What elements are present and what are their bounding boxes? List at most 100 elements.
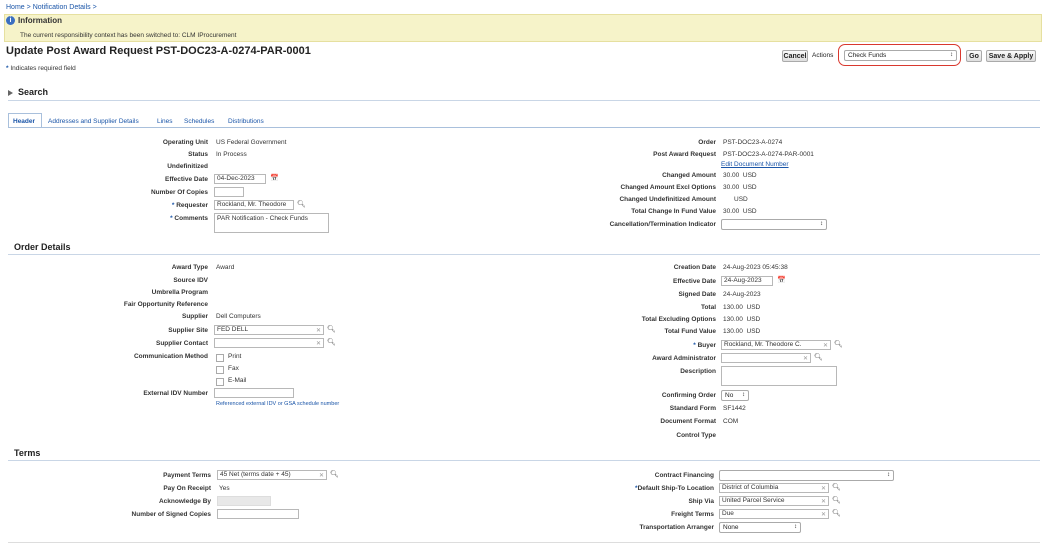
- comments-label-text: Comments: [174, 215, 208, 222]
- payment-terms-input[interactable]: 45 Net (terms date + 45): [217, 470, 327, 480]
- effective-date-input-2[interactable]: 24-Aug-2023: [721, 276, 773, 286]
- print-checkbox[interactable]: [216, 354, 224, 362]
- print-label: Print: [228, 353, 242, 360]
- umbrella-program-label: Umbrella Program: [151, 289, 208, 296]
- search-icon[interactable]: 🔍︎: [832, 509, 841, 517]
- search-icon[interactable]: 🔍︎: [327, 325, 336, 333]
- search-icon[interactable]: 🔍︎: [814, 353, 823, 361]
- clear-icon[interactable]: ✕: [821, 511, 826, 518]
- search-icon[interactable]: 🔍︎: [834, 340, 843, 348]
- clear-icon[interactable]: ✕: [319, 472, 324, 479]
- total-change-fund-value: 30.00 USD: [723, 208, 757, 215]
- search-icon[interactable]: 🔍︎: [832, 496, 841, 504]
- acknowledge-by-field: [217, 496, 271, 506]
- operating-unit-value: US Federal Government: [216, 139, 287, 146]
- external-idv-label: External IDV Number: [143, 390, 208, 397]
- select-caret-icon: ↕: [820, 221, 823, 227]
- cancellation-indicator-select[interactable]: ↕: [721, 219, 827, 230]
- changed-amount-number: 30.00: [723, 172, 740, 179]
- information-message: The current responsibility context has b…: [20, 32, 237, 39]
- supplier-contact-input[interactable]: [214, 338, 324, 348]
- external-idv-input[interactable]: [214, 388, 294, 398]
- buyer-input[interactable]: Rockland, Mr. Theodore C.: [721, 340, 831, 350]
- breadcrumb-separator: >: [26, 4, 31, 11]
- email-checkbox[interactable]: [216, 378, 224, 386]
- edit-document-number-link[interactable]: Edit Document Number: [721, 161, 789, 168]
- contract-financing-select[interactable]: ↕: [719, 470, 894, 481]
- comments-textarea[interactable]: PAR Notification - Check Funds: [214, 213, 329, 233]
- actions-highlight-annotation: [838, 44, 961, 66]
- divider: [8, 100, 1040, 101]
- effective-date-label: Effective Date: [165, 176, 208, 183]
- award-type-value: Award: [216, 264, 235, 271]
- signed-copies-label: Number of Signed Copies: [131, 511, 211, 518]
- currency: USD: [746, 328, 761, 335]
- post-award-request-label: Post Award Request: [653, 151, 716, 158]
- total-excl-options-label: Total Excluding Options: [641, 316, 716, 323]
- signed-date-value: 24-Aug-2023: [723, 291, 761, 298]
- search-label: Search: [18, 87, 49, 97]
- supplier-site-input[interactable]: FED DELL: [214, 325, 324, 335]
- description-textarea[interactable]: [721, 366, 837, 386]
- signed-copies-input[interactable]: [217, 509, 299, 519]
- required-star-icon: *: [171, 202, 175, 209]
- tab-schedules[interactable]: Schedules: [184, 118, 214, 125]
- pay-on-receipt-value: Yes: [219, 485, 230, 492]
- currency: USD: [746, 316, 761, 323]
- clear-icon[interactable]: ✕: [823, 342, 828, 349]
- email-label: E-Mail: [228, 377, 247, 384]
- go-button[interactable]: Go: [966, 50, 982, 62]
- transportation-arranger-value: None: [723, 524, 739, 531]
- document-format-label: Document Format: [660, 418, 716, 425]
- required-note-text: Indicates required field: [10, 65, 76, 72]
- ship-via-input[interactable]: United Parcel Service: [719, 496, 829, 506]
- fax-checkbox[interactable]: [216, 366, 224, 374]
- breadcrumb-home-link[interactable]: Home: [6, 4, 25, 11]
- search-icon[interactable]: 🔍︎: [297, 200, 306, 208]
- search-icon[interactable]: 🔍︎: [327, 338, 336, 346]
- transportation-arranger-select[interactable]: None ↕: [719, 522, 801, 533]
- comments-label: * Comments: [170, 215, 208, 222]
- tab-addresses-supplier[interactable]: Addresses and Supplier Details: [48, 118, 139, 125]
- clear-icon[interactable]: ✕: [316, 327, 321, 334]
- clear-icon[interactable]: ✕: [803, 355, 808, 362]
- effective-date-input[interactable]: 04-Dec-2023: [214, 174, 266, 184]
- divider: [8, 460, 1040, 461]
- clear-icon[interactable]: ✕: [821, 485, 826, 492]
- freight-terms-input[interactable]: Due: [719, 509, 829, 519]
- search-disclosure[interactable]: Search: [8, 87, 48, 97]
- search-icon[interactable]: 🔍︎: [832, 483, 841, 491]
- breadcrumb: Home > Notification Details >: [6, 4, 97, 11]
- tab-distributions[interactable]: Distributions: [228, 118, 264, 125]
- clear-icon[interactable]: ✕: [316, 340, 321, 347]
- currency: USD: [742, 184, 757, 191]
- changed-amount-excl-value: 30.00 USD: [723, 184, 757, 191]
- calendar-icon[interactable]: 📅: [270, 174, 279, 182]
- tab-lines[interactable]: Lines: [157, 118, 173, 125]
- award-administrator-input[interactable]: [721, 353, 811, 363]
- breadcrumb-notification-details-link[interactable]: Notification Details: [33, 4, 91, 11]
- changed-amount-label: Changed Amount: [662, 172, 716, 179]
- default-ship-to-input[interactable]: District of Columbia: [719, 483, 829, 493]
- search-icon[interactable]: 🔍︎: [330, 470, 339, 478]
- number-of-copies-input[interactable]: [214, 187, 244, 197]
- total-number: 130.00: [723, 304, 743, 311]
- confirming-order-select[interactable]: No ↕: [721, 390, 749, 401]
- external-idv-hint: Referenced external IDV or GSA schedule …: [216, 401, 340, 407]
- document-format-value: COM: [723, 418, 739, 425]
- number-of-copies-label: Number Of Copies: [150, 189, 208, 196]
- clear-icon[interactable]: ✕: [821, 498, 826, 505]
- tab-header[interactable]: Header: [13, 118, 35, 125]
- status-label: Status: [188, 151, 208, 158]
- requester-input[interactable]: Rockland, Mr. Theodore: [214, 200, 294, 210]
- information-title-text: Information: [18, 16, 62, 25]
- total-excl-number: 130.00: [723, 316, 743, 323]
- calendar-icon[interactable]: 📅: [777, 276, 786, 284]
- save-apply-button[interactable]: Save & Apply: [986, 50, 1036, 62]
- creation-date-value: 24-Aug-2023 05:45:38: [723, 264, 788, 271]
- tab-bar-line: [8, 127, 1040, 128]
- freight-terms-label: Freight Terms: [671, 511, 714, 518]
- transportation-arranger-label: Transportation Arranger: [639, 524, 714, 531]
- cancel-button[interactable]: Cancel: [782, 50, 808, 62]
- default-ship-to-label: *Default Ship-To Location: [635, 485, 714, 492]
